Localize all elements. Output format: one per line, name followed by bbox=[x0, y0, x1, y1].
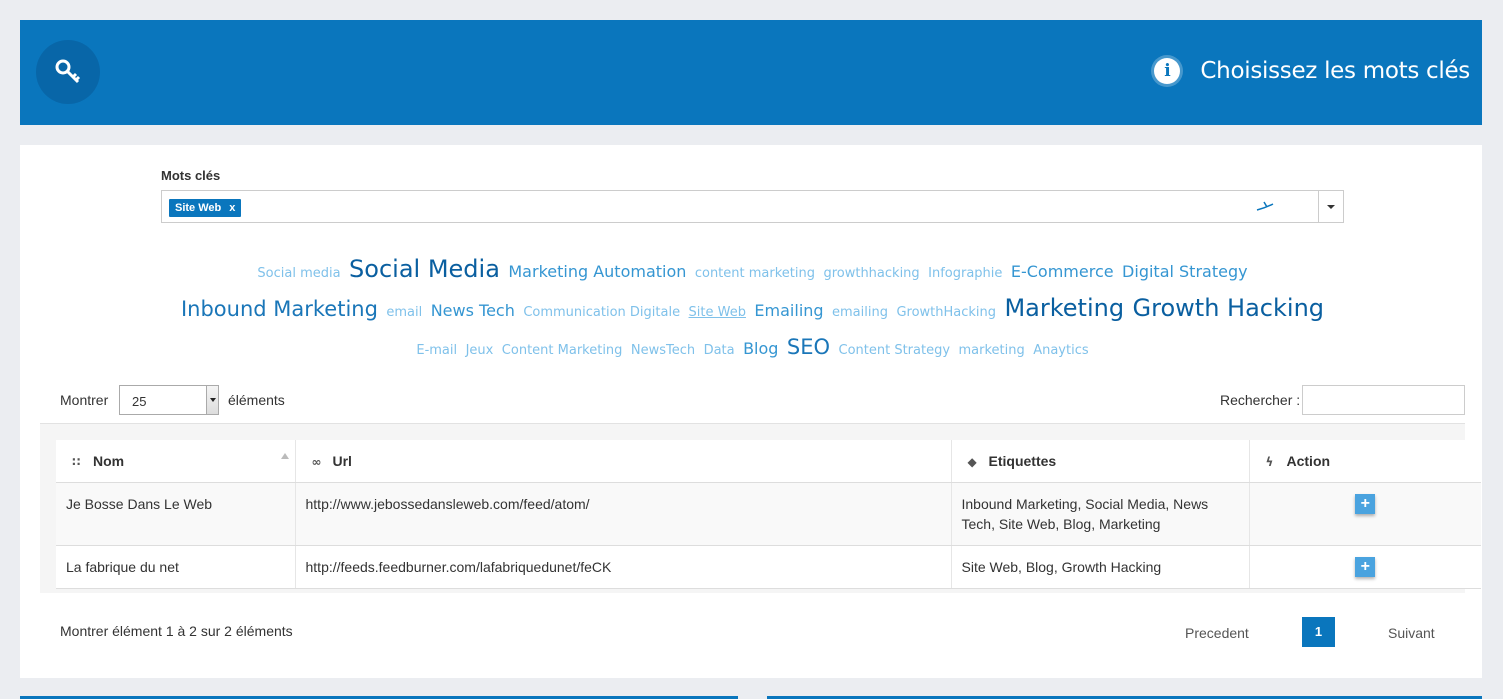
loading-icon bbox=[1256, 201, 1274, 211]
cell-nom: Je Bosse Dans Le Web bbox=[56, 482, 296, 546]
cell-url: http://feeds.feedburner.com/lafabriquedu… bbox=[295, 545, 952, 589]
keyword-cloud-item[interactable]: SEO bbox=[787, 335, 830, 359]
keyword-cloud-item[interactable]: Emailing bbox=[754, 301, 823, 320]
page-header: i Choisissez les mots clés bbox=[20, 20, 1482, 125]
table-row: La fabrique du net http://feeds.feedburn… bbox=[56, 545, 1481, 589]
keyword-cloud-item[interactable]: email bbox=[386, 305, 422, 320]
table-container: ∷ Nom ∞ Url ◆ Etiquettes ϟ Action Je Bosse D… bbox=[40, 423, 1481, 593]
keyword-cloud-item[interactable]: Social Media bbox=[349, 255, 500, 283]
info-icon[interactable]: i bbox=[1154, 58, 1181, 84]
tag-remove-button[interactable]: x bbox=[229, 202, 235, 214]
page-length-select[interactable]: 25 bbox=[119, 385, 219, 415]
cell-etiquettes: Site Web, Blog, Growth Hacking bbox=[951, 545, 1250, 589]
keyword-cloud-item[interactable]: content marketing bbox=[695, 266, 815, 281]
selected-tag-label: Site Web bbox=[175, 202, 222, 214]
keyword-cloud-item[interactable]: Communication Digitale bbox=[523, 305, 680, 320]
keyword-cloud-item[interactable]: E-mail bbox=[416, 343, 457, 358]
keyword-cloud-item[interactable]: Growth Hacking bbox=[1133, 294, 1324, 322]
keywords-label: Mots clés bbox=[161, 168, 221, 183]
keyword-cloud-item[interactable]: Content Strategy bbox=[839, 343, 951, 358]
keyword-cloud-item[interactable]: growthhacking bbox=[823, 266, 919, 281]
column-header-label: Url bbox=[332, 452, 352, 469]
keyword-cloud-item[interactable]: Site Web bbox=[689, 305, 746, 320]
column-header-label: Nom bbox=[93, 452, 125, 469]
page-title: Choisissez les mots clés bbox=[1200, 58, 1470, 84]
selected-tag: Site Web x bbox=[169, 199, 242, 217]
elements-label: éléments bbox=[228, 392, 285, 408]
previous-button[interactable]: Precedent bbox=[1185, 625, 1249, 641]
keyword-cloud-item[interactable]: Data bbox=[704, 343, 735, 358]
sort-asc-icon bbox=[280, 453, 289, 459]
table-header-row: ∷ Nom ∞ Url ◆ Etiquettes ϟ Action bbox=[56, 440, 1481, 483]
keyword-cloud-item[interactable]: Infographie bbox=[928, 266, 1002, 281]
search-label: Rechercher : bbox=[1220, 392, 1301, 408]
search-input[interactable] bbox=[1302, 385, 1465, 415]
keyword-cloud-item[interactable]: Marketing bbox=[1004, 294, 1124, 322]
bolt-icon: ϟ bbox=[1265, 454, 1274, 469]
column-header-nom[interactable]: ∷ Nom bbox=[56, 440, 296, 483]
keyword-cloud-item[interactable]: Digital Strategy bbox=[1122, 262, 1248, 281]
column-header-etiquettes[interactable]: ◆ Etiquettes bbox=[951, 440, 1250, 483]
cell-etiquettes: Inbound Marketing, Social Media, News Te… bbox=[951, 482, 1250, 546]
column-header-label: Action bbox=[1286, 452, 1331, 469]
keyword-cloud-item[interactable]: Anaytics bbox=[1033, 343, 1088, 358]
page-1-button[interactable]: 1 bbox=[1302, 617, 1335, 647]
header-title-group: i Choisissez les mots clés bbox=[1154, 58, 1470, 84]
keyword-cloud-item[interactable]: Marketing Automation bbox=[508, 262, 686, 281]
column-header-label: Etiquettes bbox=[988, 452, 1057, 469]
feeds-table: ∷ Nom ∞ Url ◆ Etiquettes ϟ Action Je Bosse D… bbox=[56, 440, 1481, 589]
tags-icon: ◆ bbox=[967, 454, 977, 469]
keyword-cloud-item[interactable]: News Tech bbox=[431, 301, 515, 320]
keyword-cloud-item[interactable]: Social media bbox=[257, 266, 340, 281]
next-button[interactable]: Suivant bbox=[1388, 625, 1435, 641]
main-panel: Mots clés Site Web x Social media Social … bbox=[20, 145, 1482, 678]
add-button[interactable]: + bbox=[1355, 493, 1376, 514]
column-header-action[interactable]: ϟ Action bbox=[1249, 440, 1481, 483]
keyword-cloud-item[interactable]: Jeux bbox=[466, 343, 494, 358]
add-button[interactable]: + bbox=[1355, 556, 1376, 577]
keywords-select[interactable]: Site Web x bbox=[161, 190, 1344, 223]
keyword-cloud-item[interactable]: Content Marketing bbox=[502, 343, 623, 358]
keyword-cloud-item[interactable]: NewsTech bbox=[631, 343, 695, 358]
link-icon: ∞ bbox=[311, 454, 322, 469]
rss-icon: ∷ bbox=[72, 454, 81, 469]
table-row: Je Bosse Dans Le Web http://www.jebossed… bbox=[56, 482, 1481, 546]
keyword-cloud: Social media Social Media Marketing Auto… bbox=[161, 252, 1344, 368]
chevron-down-icon[interactable] bbox=[206, 386, 218, 414]
keyword-cloud-item[interactable]: emailing bbox=[832, 305, 888, 320]
keyword-cloud-item[interactable]: Blog bbox=[743, 339, 778, 358]
cell-action: + bbox=[1249, 545, 1481, 589]
cell-nom: La fabrique du net bbox=[56, 545, 296, 589]
keyword-cloud-item[interactable]: Inbound Marketing bbox=[181, 297, 378, 321]
cell-action: + bbox=[1249, 482, 1481, 546]
cell-url: http://www.jebossedansleweb.com/feed/ato… bbox=[295, 482, 952, 546]
table-info: Montrer élément 1 à 2 sur 2 éléments bbox=[60, 623, 293, 639]
key-icon bbox=[36, 40, 100, 104]
page-length-value: 25 bbox=[132, 394, 147, 409]
show-label: Montrer bbox=[60, 392, 109, 408]
keyword-cloud-item[interactable]: GrowthHacking bbox=[896, 305, 996, 320]
keyword-cloud-item[interactable]: marketing bbox=[959, 343, 1025, 358]
chevron-down-icon[interactable] bbox=[1318, 191, 1343, 222]
keyword-cloud-item[interactable]: E-Commerce bbox=[1011, 262, 1114, 281]
column-header-url[interactable]: ∞ Url bbox=[295, 440, 952, 483]
